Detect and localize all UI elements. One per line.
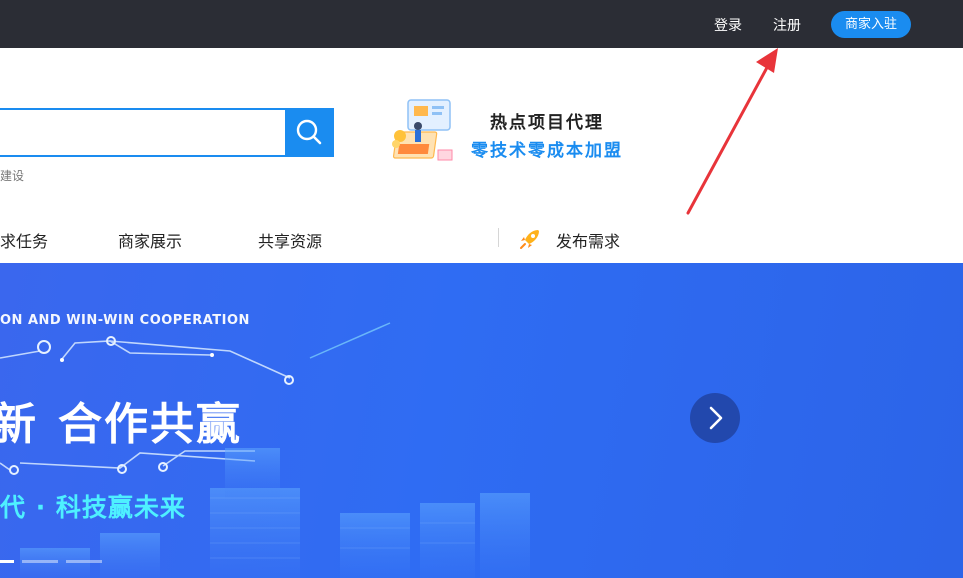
banner-title-left: 新	[0, 399, 36, 450]
banner-title: 合作共赢	[58, 399, 242, 450]
search-hint: 建设	[0, 169, 25, 183]
search-input[interactable]	[0, 108, 287, 157]
hero-banner[interactable]: ON AND WIN-WIN COOPERATION 新 合作共赢 代 · 科技…	[0, 263, 963, 578]
banner-english-tagline: ON AND WIN-WIN COOPERATION	[0, 313, 250, 328]
promo-subtitle[interactable]: 零技术零成本加盟	[471, 136, 623, 161]
carousel-dot[interactable]	[66, 560, 102, 563]
nav-item-tasks[interactable]: 求任务	[0, 228, 48, 252]
carousel-dot[interactable]	[0, 560, 14, 563]
register-link[interactable]: 注册	[773, 15, 801, 35]
nav-item-resources[interactable]: 共享资源	[258, 228, 322, 252]
banner-subtitle: 代 · 科技赢未来	[0, 493, 186, 522]
search-icon	[296, 119, 322, 145]
promo-illustration-icon	[392, 99, 453, 161]
promo-title[interactable]: 热点项目代理	[490, 108, 604, 133]
banner-next-button[interactable]	[690, 393, 740, 443]
annotation-arrow-icon	[686, 48, 778, 215]
carousel-dot[interactable]	[22, 560, 58, 563]
merchant-join-button[interactable]: 商家入驻	[831, 11, 911, 38]
search-button[interactable]	[285, 108, 334, 157]
chevron-right-icon	[709, 406, 723, 430]
nav-item-merchants[interactable]: 商家展示	[118, 228, 182, 252]
nav-divider	[498, 228, 499, 247]
login-link[interactable]: 登录	[714, 15, 742, 35]
publish-demand-link[interactable]: 发布需求	[556, 228, 620, 252]
top-bar: 登录 注册 商家入驻	[0, 0, 963, 48]
rocket-icon	[520, 230, 539, 249]
